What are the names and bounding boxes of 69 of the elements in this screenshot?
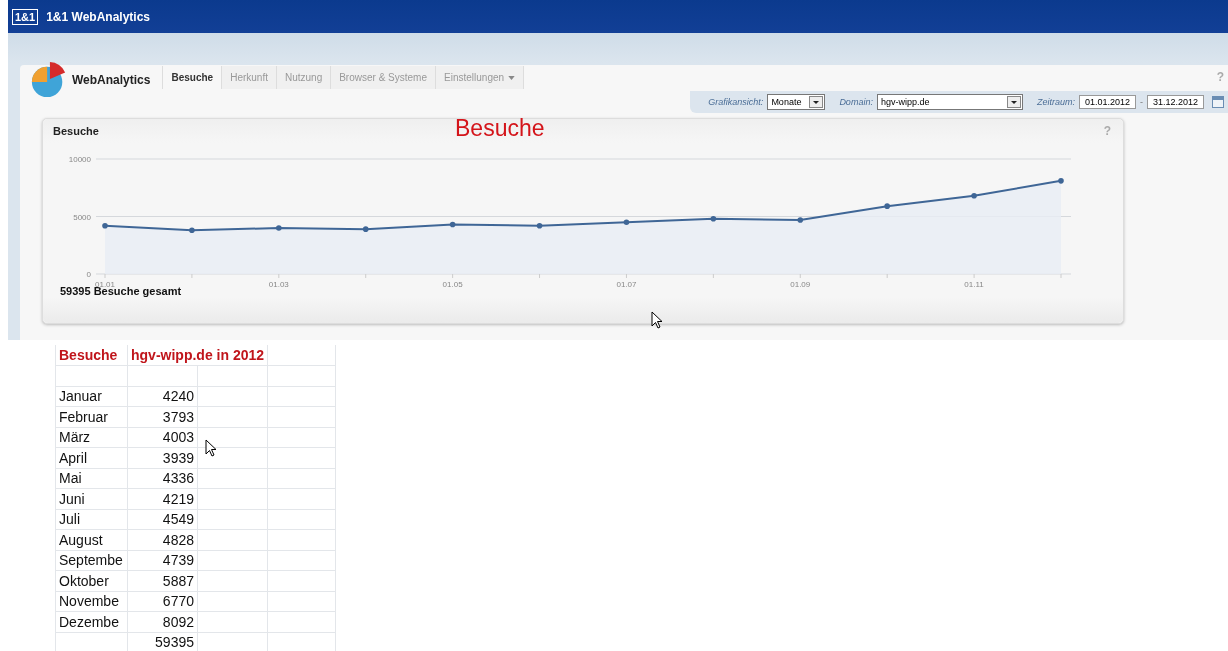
table-cell: 5887 — [127, 570, 198, 591]
data-point — [362, 226, 369, 232]
table-cell: 3939 — [127, 447, 198, 468]
nav-tab[interactable]: Einstellungen — [436, 66, 525, 89]
x-tick-label: 01.05 — [442, 280, 463, 289]
cursor-icon — [205, 439, 217, 457]
y-tick-label: 10000 — [68, 155, 91, 164]
data-point — [710, 216, 717, 222]
calendar-icon[interactable] — [1212, 96, 1224, 108]
table-cell: 4219 — [127, 488, 198, 509]
data-point — [623, 219, 630, 226]
data-point — [276, 225, 282, 231]
table-cell: 4003 — [127, 427, 198, 448]
x-tick-label: 01.03 — [268, 280, 289, 289]
sheet-header: Besuche — [55, 345, 128, 366]
brand-name: WebAnalytics — [72, 73, 151, 87]
table-cell: 8092 — [127, 611, 198, 632]
table-cell: 6770 — [127, 591, 198, 612]
table-cell: 4549 — [127, 509, 198, 530]
dropdown[interactable]: hgv-wipp.de — [876, 94, 1023, 110]
help-icon[interactable]: ? — [1103, 124, 1111, 138]
x-tick-label: 01.09 — [790, 280, 811, 289]
y-tick-label: 5000 — [73, 212, 91, 222]
date-field[interactable]: 01.01.2012 — [1078, 95, 1136, 109]
table-cell: Oktober — [55, 570, 128, 591]
table-cell: 4336 — [127, 468, 198, 489]
table-cell: 4739 — [127, 550, 198, 571]
card-title: Besuche — [53, 125, 99, 137]
pie-chart-logo-icon — [30, 61, 68, 99]
table-cell: August — [55, 529, 128, 550]
data-point — [884, 203, 890, 209]
table-cell: Juni — [55, 488, 128, 509]
dropdown[interactable]: Monate — [767, 94, 826, 110]
table-cell: Mai — [55, 468, 128, 489]
table-cell: Juli — [55, 509, 128, 530]
table-cell: Februar — [55, 406, 128, 427]
app-title: 1&1 WebAnalytics — [46, 9, 150, 24]
x-tick-label: 01.07 — [616, 280, 637, 289]
table-cell: Novembe — [55, 591, 128, 612]
table-cell: Septembe — [55, 550, 128, 571]
filter-label: Zeitraum: — [1036, 97, 1075, 107]
nav-tab[interactable]: Nutzung — [276, 66, 332, 89]
table-cell: 4828 — [127, 529, 198, 550]
x-tick-label: 01.11 — [964, 280, 984, 289]
table-cell: 4240 — [127, 386, 198, 407]
table-cell: 3793 — [127, 406, 198, 427]
table-cell: Januar — [55, 386, 128, 407]
data-point — [797, 217, 804, 223]
logo: 1&1 — [12, 8, 39, 25]
nav-tab[interactable]: Browser & Systeme — [331, 66, 436, 89]
filter-label: Grafikansicht: — [708, 97, 764, 107]
data-point — [536, 222, 543, 229]
table-cell: Dezembe — [55, 611, 128, 632]
y-tick-label: 0 — [86, 270, 91, 279]
table-cell: März — [55, 427, 128, 448]
data-point — [189, 227, 195, 234]
overlay-title: Besuche — [455, 115, 545, 142]
data-point — [449, 221, 456, 228]
help-icon[interactable]: ? — [1216, 70, 1224, 84]
sheet-header: hgv-wipp.de in 2012 — [127, 345, 268, 366]
table-cell: April — [55, 447, 128, 468]
filter-label: Domain: — [839, 97, 873, 107]
date-field[interactable]: 31.12.2012 — [1146, 95, 1204, 109]
range-separator: - — [1139, 97, 1143, 107]
data-point — [1058, 178, 1064, 184]
data-point — [971, 193, 977, 199]
data-point — [102, 222, 108, 229]
nav-tab[interactable]: Herkunft — [222, 66, 277, 89]
nav-tab[interactable]: Besuche — [162, 66, 223, 89]
